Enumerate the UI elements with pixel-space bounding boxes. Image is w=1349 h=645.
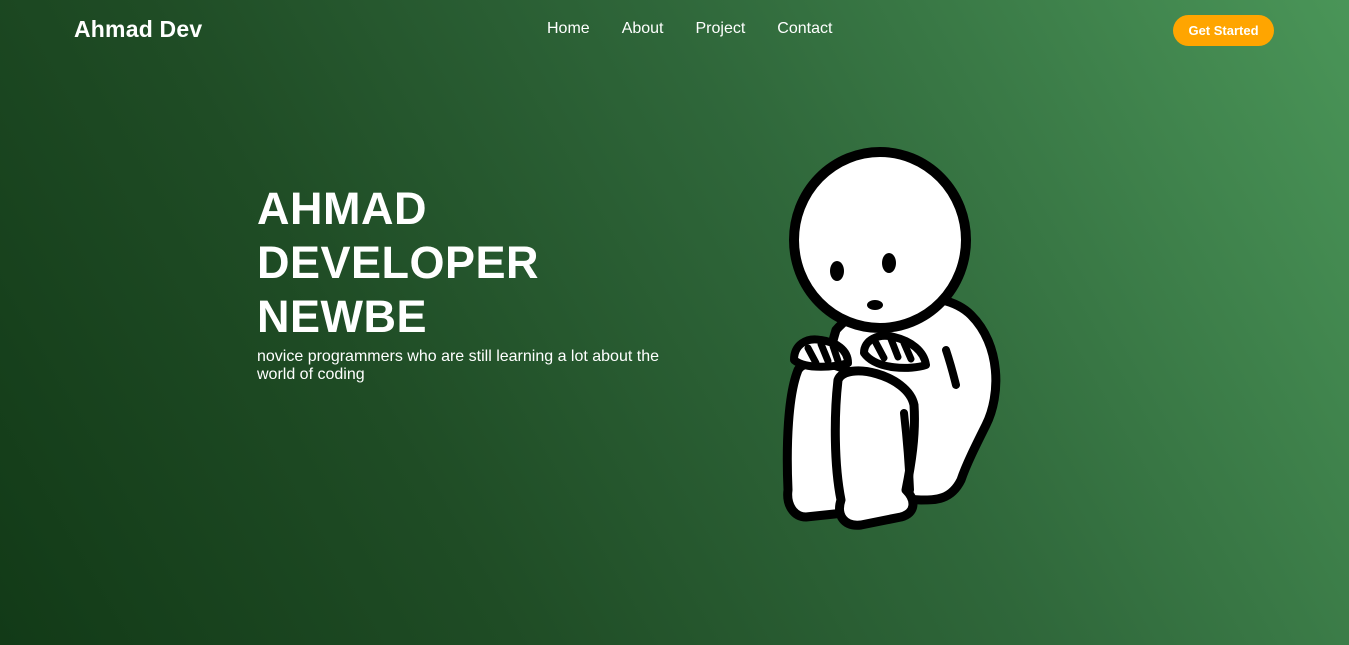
sitting-stick-figure-icon: [782, 147, 1001, 530]
hero-section: AHMAD DEVELOPER NEWBE novice programmers…: [257, 182, 677, 384]
get-started-button[interactable]: Get Started: [1173, 15, 1274, 46]
nav-link-about[interactable]: About: [622, 20, 664, 38]
navbar: Ahmad Dev Home About Project Contact Get…: [0, 0, 1349, 60]
nav-links: Home About Project Contact: [547, 20, 832, 38]
hero-description: novice programmers who are still learnin…: [257, 348, 659, 383]
nav-link-project[interactable]: Project: [696, 20, 746, 38]
hero-title-line-1: AHMAD: [257, 183, 427, 234]
hero-title: AHMAD DEVELOPER NEWBE: [257, 182, 677, 344]
brand-logo[interactable]: Ahmad Dev: [74, 16, 202, 43]
nav-link-home[interactable]: Home: [547, 20, 590, 38]
hero-title-line-2: DEVELOPER: [257, 237, 540, 288]
hero-title-line-3: NEWBE: [257, 291, 427, 342]
nav-link-contact[interactable]: Contact: [777, 20, 832, 38]
